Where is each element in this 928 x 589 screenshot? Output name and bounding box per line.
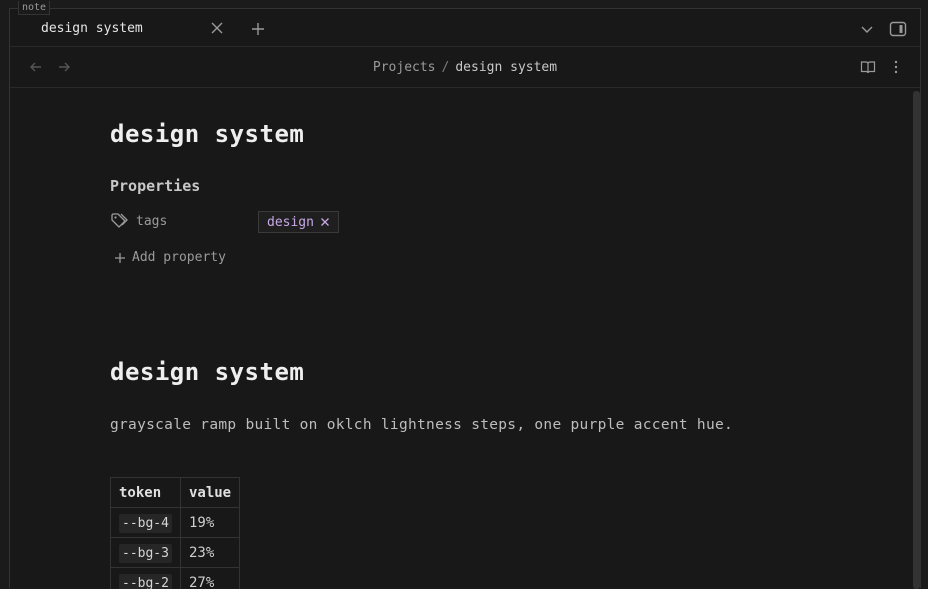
properties-heading[interactable]: Properties — [110, 177, 200, 195]
breadcrumb-parent[interactable]: Projects — [373, 60, 436, 75]
app-window: design system Projects / design system — [9, 8, 921, 588]
table-cell-token: --bg-2 — [111, 568, 181, 589]
property-name[interactable]: tags — [136, 214, 167, 229]
table-cell-value: 19% — [180, 508, 239, 538]
add-property-button[interactable]: Add property — [114, 250, 226, 265]
token-code: --bg-2 — [119, 574, 172, 589]
tags-icon — [110, 212, 128, 230]
table-cell-token: --bg-3 — [111, 538, 181, 568]
breadcrumb-separator: / — [442, 60, 450, 75]
table-header-value: value — [180, 478, 239, 508]
scrollbar[interactable] — [913, 91, 920, 589]
table-header-row: token value — [111, 478, 240, 508]
table-row: --bg-3 23% — [111, 538, 240, 568]
tag-label: design — [267, 215, 314, 230]
breadcrumb: Projects / design system — [10, 48, 920, 86]
table-row: --bg-4 19% — [111, 508, 240, 538]
more-vertical-icon[interactable] — [888, 59, 904, 75]
table-cell-value: 23% — [180, 538, 239, 568]
tab-title: design system — [41, 21, 143, 36]
window-label: note — [18, 1, 50, 15]
tab-bar: design system — [10, 9, 920, 47]
sidebar-toggle-icon[interactable] — [889, 20, 907, 38]
table-cell-value: 27% — [180, 568, 239, 589]
property-row-tags: tags design — [110, 210, 510, 236]
plus-icon[interactable] — [250, 21, 266, 37]
close-icon[interactable] — [209, 20, 225, 36]
token-code: --bg-4 — [119, 514, 172, 533]
add-property-label: Add property — [132, 250, 226, 265]
token-table: token value --bg-4 19% --bg-3 23% --bg-2 — [110, 477, 240, 589]
breadcrumb-current[interactable]: design system — [455, 60, 557, 75]
plus-icon — [114, 252, 126, 264]
table-cell-token: --bg-4 — [111, 508, 181, 538]
remove-tag-icon[interactable] — [320, 217, 330, 227]
content-heading: design system — [110, 358, 304, 386]
note-title[interactable]: design system — [110, 120, 304, 148]
nav-bar: Projects / design system — [10, 48, 920, 88]
chevron-down-icon[interactable] — [859, 21, 875, 37]
content-paragraph: grayscale ramp built on oklch lightness … — [110, 417, 733, 433]
table-header-token: token — [111, 478, 181, 508]
token-code: --bg-3 — [119, 544, 172, 563]
table-row: --bg-2 27% — [111, 568, 240, 589]
book-open-icon[interactable] — [860, 59, 876, 75]
tag-pill[interactable]: design — [258, 211, 339, 233]
note-content: design system Properties tags design — [10, 89, 906, 589]
